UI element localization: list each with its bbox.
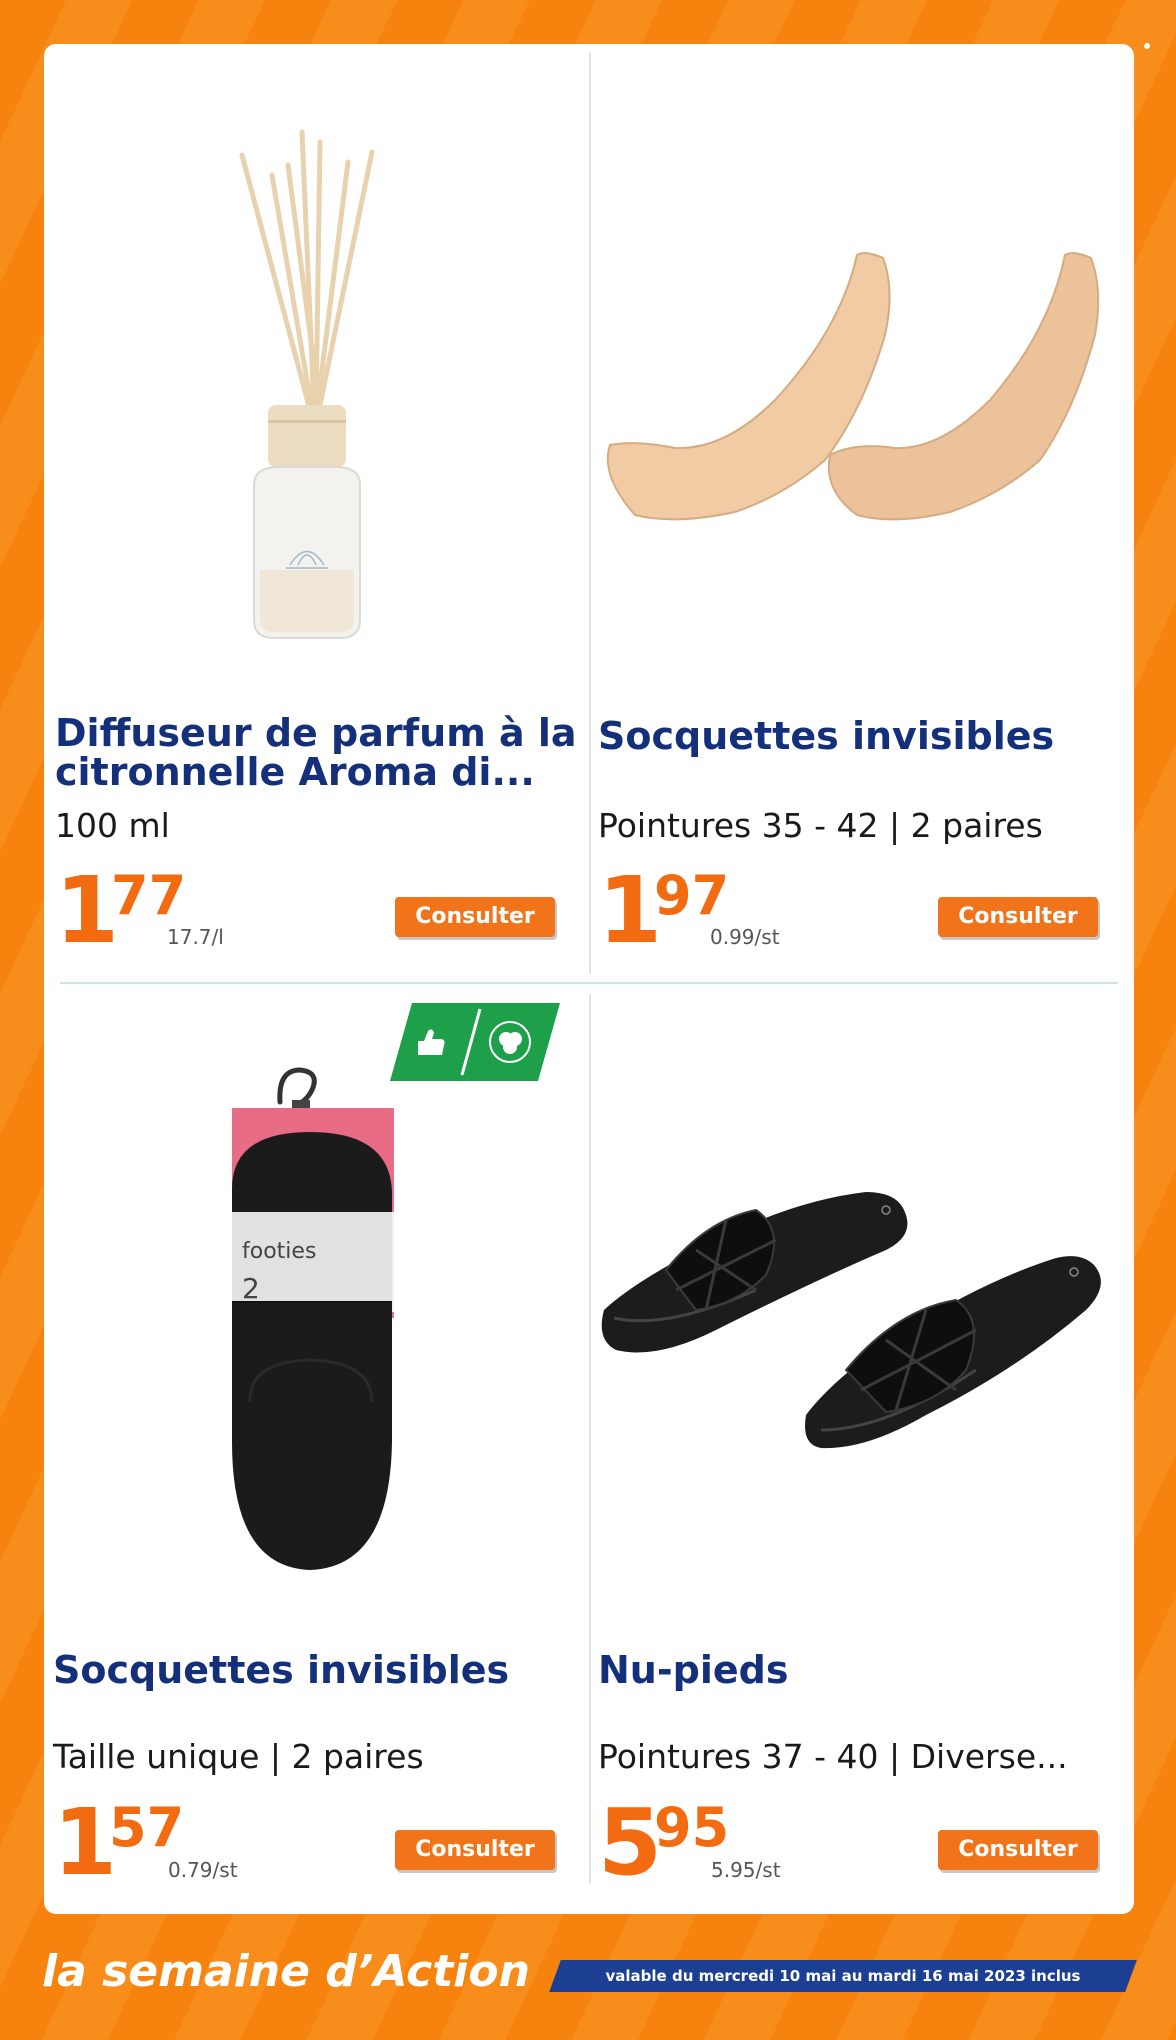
product-subtitle: Taille unique | 2 paires xyxy=(53,1737,424,1776)
price: 1 57 xyxy=(53,1797,193,1897)
price-decimal: 97 xyxy=(654,864,730,927)
price-integer: 1 xyxy=(55,857,120,964)
black-sandals-image xyxy=(601,1192,1101,1449)
package-count: 2 xyxy=(242,1272,260,1305)
price: 1 77 xyxy=(55,865,195,965)
product-subtitle: 100 ml xyxy=(55,806,170,845)
product-subtitle: Pointures 35 - 42 | 2 paires xyxy=(598,806,1043,845)
consult-button[interactable]: Consulter xyxy=(395,1830,555,1870)
product-title: Socquettes invisibles xyxy=(598,714,1055,758)
invisible-socks-image xyxy=(606,252,1100,521)
black-footies-image: footies 2 footies 2 xyxy=(231,1067,394,1570)
reed-diffuser-image xyxy=(239,129,375,639)
cotton-badge-icon xyxy=(390,1003,560,1081)
column-divider xyxy=(589,52,591,974)
price: 5 95 xyxy=(598,1797,738,1897)
price-decimal: 95 xyxy=(654,1796,730,1859)
consult-button[interactable]: Consulter xyxy=(938,897,1098,937)
unit-price: 0.99/st xyxy=(710,925,780,949)
unit-price: 5.95/st xyxy=(711,1858,781,1882)
price-integer: 5 xyxy=(598,1789,663,1896)
product-title-line2: citronnelle Aroma di... xyxy=(55,750,535,794)
unit-price: 0.79/st xyxy=(168,1858,238,1882)
price-integer: 1 xyxy=(53,1789,118,1896)
product-title: Nu-pieds xyxy=(598,1648,789,1692)
unit-price: 17.7/l xyxy=(167,925,224,949)
column-divider xyxy=(589,994,591,1884)
product-subtitle: Pointures 37 - 40 | Diverse... xyxy=(598,1737,1068,1776)
price-integer: 1 xyxy=(598,857,663,964)
consult-button[interactable]: Consulter xyxy=(395,897,555,937)
price-decimal: 57 xyxy=(109,1796,185,1859)
price-decimal: 77 xyxy=(111,864,187,927)
price: 1 97 xyxy=(598,865,738,965)
row-divider xyxy=(60,982,1118,984)
product-title: Socquettes invisibles xyxy=(53,1648,510,1692)
footer-title: la semaine d’Action xyxy=(42,1946,530,1997)
status-dot xyxy=(1144,43,1150,49)
package-text: footies xyxy=(242,1239,316,1264)
footer-validity-text: valable du mercredi 10 mai au mardi 16 m… xyxy=(605,1967,1081,1985)
product-title: Diffuseur de parfum à la xyxy=(55,711,577,755)
consult-button[interactable]: Consulter xyxy=(938,1830,1098,1870)
